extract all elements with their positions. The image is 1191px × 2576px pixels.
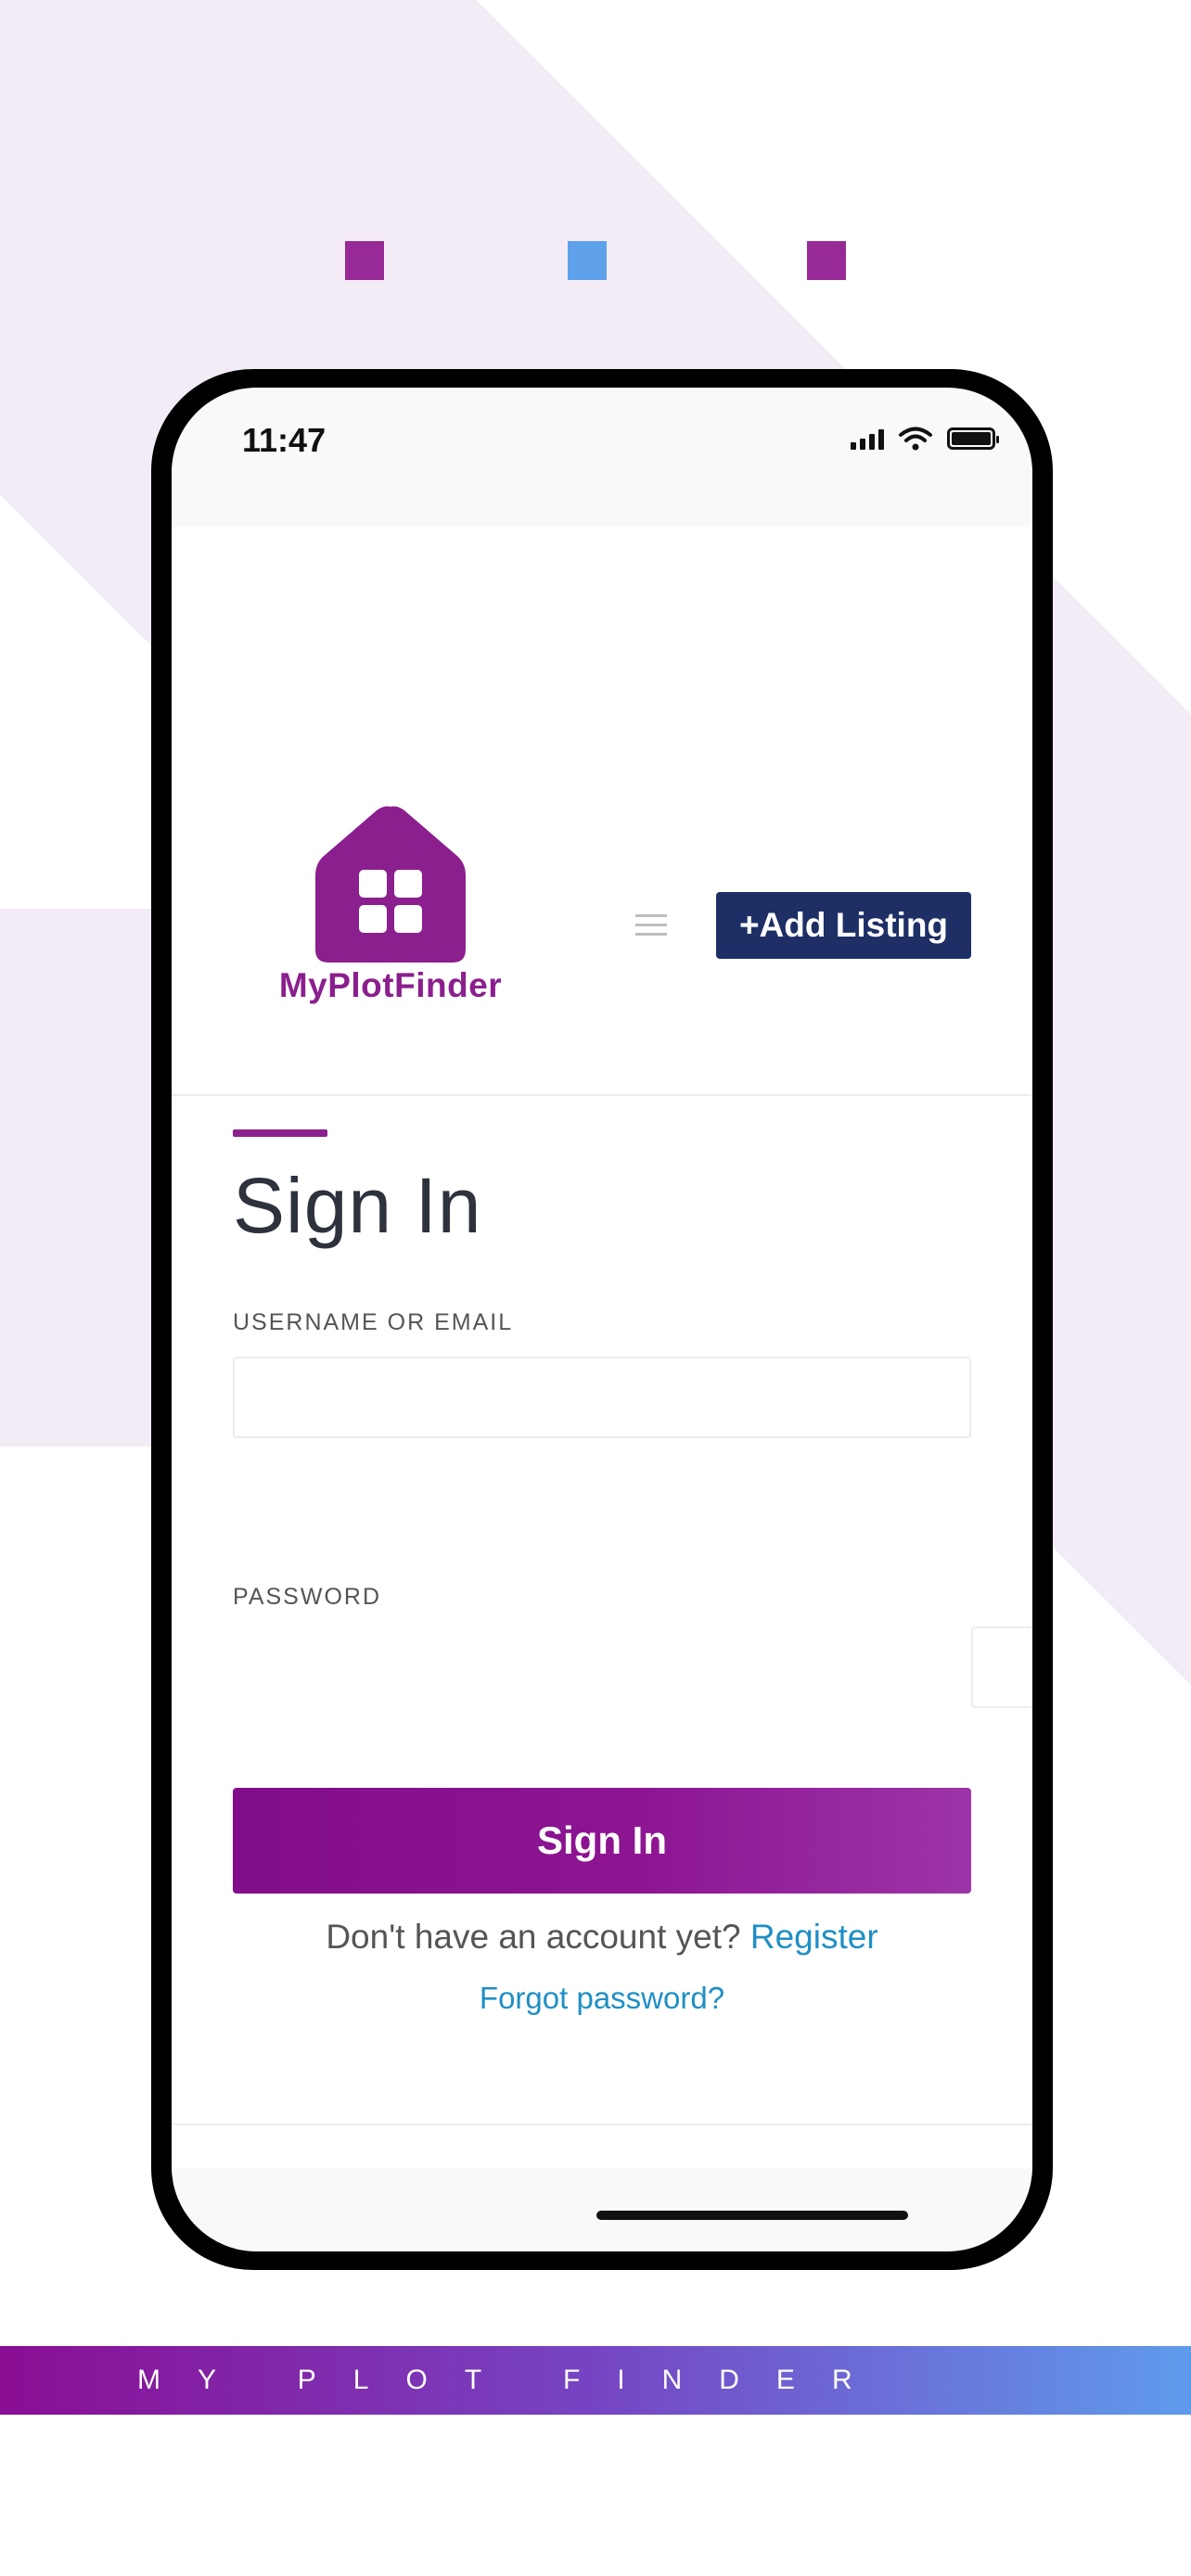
register-prompt: Don't have an account yet? Register — [233, 1918, 971, 1957]
hamburger-icon[interactable] — [635, 914, 667, 936]
decorative-square-purple — [345, 241, 384, 280]
brand-banner: MY PLOT FINDER — [0, 2346, 1191, 2415]
status-bar: 11:47 — [172, 388, 1032, 527]
password-label: PASSWORD — [233, 1584, 381, 1610]
banner-text: MY PLOT FINDER — [137, 2365, 890, 2395]
phone-screen: 11:47 MyPlotFinder +Add Listing Sign In … — [172, 388, 1032, 2251]
sign-in-form: Sign In USERNAME OR EMAIL PASSWORD Sign … — [233, 1129, 1032, 2015]
home-bar-area — [172, 2168, 1032, 2251]
username-input[interactable] — [233, 1357, 971, 1438]
house-logo-icon — [315, 806, 466, 963]
forgot-password-row: Forgot password? — [233, 1981, 971, 2016]
add-listing-button[interactable]: +Add Listing — [716, 892, 971, 959]
status-time: 11:47 — [242, 421, 327, 459]
footer-divider — [172, 2123, 1032, 2125]
logo-text: MyPlotFinder — [278, 966, 503, 1004]
sign-in-button[interactable]: Sign In — [233, 1788, 971, 1894]
cellular-signal-icon — [851, 427, 884, 450]
page-title: Sign In — [233, 1162, 482, 1249]
battery-icon — [947, 427, 999, 450]
decorative-square-blue — [568, 241, 607, 280]
decorative-square-purple — [807, 241, 846, 280]
forgot-password-link[interactable]: Forgot password? — [480, 1981, 724, 2015]
site-logo[interactable]: MyPlotFinder — [261, 801, 520, 1005]
home-indicator[interactable] — [596, 2211, 908, 2220]
username-label: USERNAME OR EMAIL — [233, 1309, 514, 1335]
site-header: MyPlotFinder +Add Listing — [172, 527, 1032, 1096]
wifi-icon — [899, 427, 932, 451]
phone-frame: 11:47 MyPlotFinder +Add Listing Sign In … — [151, 369, 1053, 2270]
title-accent-bar — [233, 1129, 327, 1137]
password-input[interactable] — [971, 1626, 1032, 1708]
no-account-text: Don't have an account yet? — [326, 1918, 741, 1956]
status-icons — [851, 427, 999, 451]
register-link[interactable]: Register — [750, 1918, 878, 1956]
